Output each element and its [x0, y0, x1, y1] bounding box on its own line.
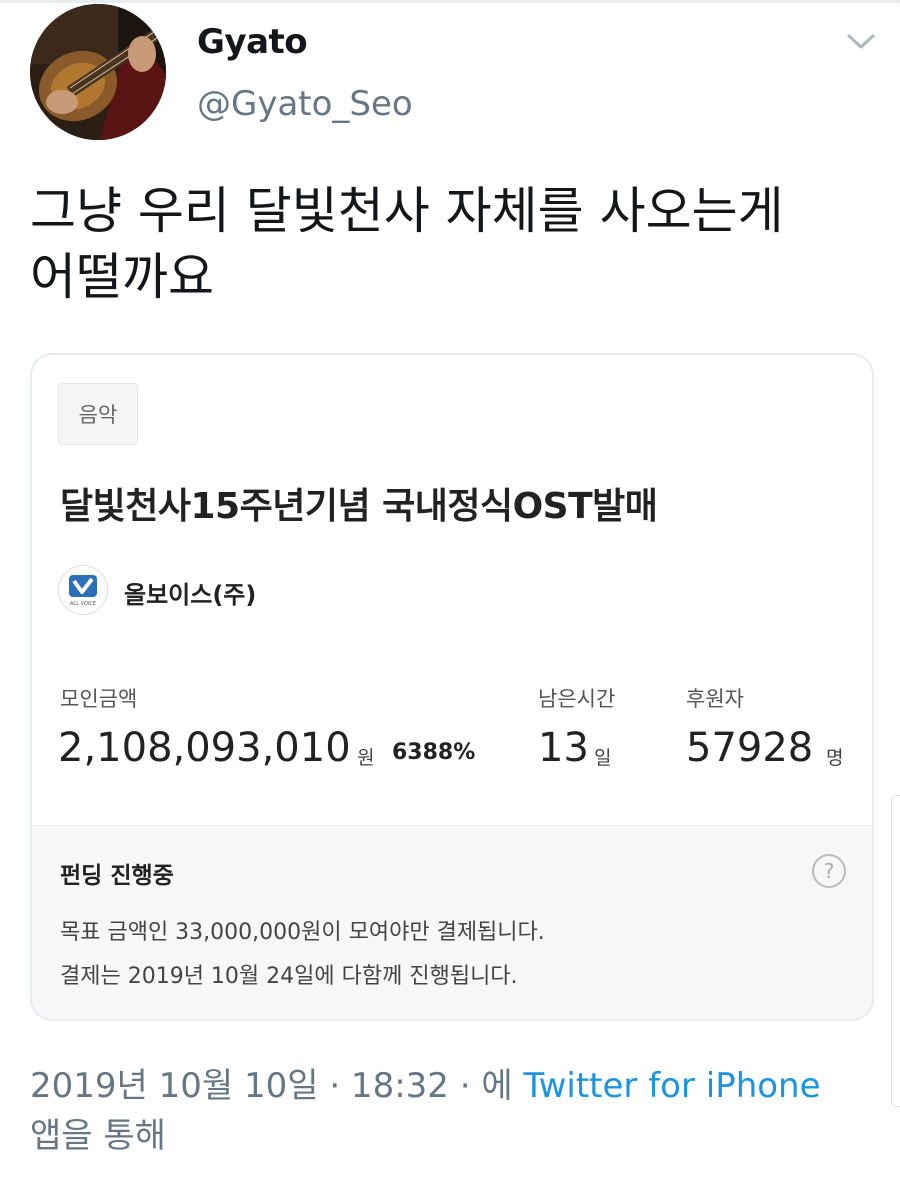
project-title: 달빛천사15주년기념 국내정식OST발매: [60, 486, 658, 527]
guitar-player-photo: [30, 4, 166, 140]
author-display-name[interactable]: Gyato: [197, 22, 308, 62]
amount-unit: 원: [357, 747, 375, 769]
amount-label: 모인금액: [60, 687, 138, 711]
tweet-meta-line: 2019년 10월 10일 · 18:32 · 에 Twitter for iP…: [30, 1061, 870, 1111]
link-preview-card[interactable]: 음악 달빛천사15주년기념 국내정식OST발매 ALL VOICE 올보이스(주…: [30, 353, 874, 1021]
amount-percent: 6388%: [392, 740, 476, 765]
tweet-source-suffix: 앱을 통해: [30, 1116, 166, 1156]
category-badge: 음악: [58, 383, 138, 445]
all-voice-logo-icon: ALL VOICE: [69, 575, 97, 607]
funding-status: 펀딩 진행중: [60, 863, 174, 889]
time-unit: 일: [594, 747, 612, 769]
tweet-source-link[interactable]: Twitter for iPhone: [523, 1066, 820, 1106]
tweet-metadata: 2019년 10월 10일 · 18:32 · 에 Twitter for iP…: [30, 1061, 870, 1161]
supporters-label: 후원자: [686, 687, 744, 711]
chevron-down-icon[interactable]: [844, 30, 878, 54]
funding-goal-text: 목표 금액인 33,000,000원이 모여야만 결제됩니다.: [60, 920, 545, 945]
time-value: 13: [538, 725, 589, 771]
supporters-value: 57928: [686, 725, 814, 771]
tweet-text: 그냥 우리 달빛천사 자체를 사오는게 어떨까요: [30, 178, 870, 310]
tweet-text-line: 어떨까요: [30, 248, 214, 306]
time-label: 남은시간: [538, 687, 616, 711]
funding-payment-text: 결제는 2019년 10월 24일에 다함께 진행됩니다.: [60, 964, 518, 989]
tweet-text-line: 그냥 우리 달빛천사 자체를 사오는게: [30, 182, 784, 240]
maker-name: 올보이스(주): [124, 581, 257, 609]
amount-value: 2,108,093,010: [58, 725, 351, 771]
tweet-timestamp[interactable]: 2019년 10월 10일 · 18:32 · 에: [30, 1066, 513, 1106]
maker-logo: ALL VOICE: [58, 565, 108, 615]
help-icon[interactable]: ?: [812, 854, 846, 888]
svg-text:ALL VOICE: ALL VOICE: [70, 601, 96, 607]
author-avatar[interactable]: [30, 4, 166, 140]
top-divider: [0, 0, 900, 3]
scrollbar[interactable]: [891, 795, 900, 1107]
author-handle[interactable]: @Gyato_Seo: [197, 84, 413, 124]
funding-info-box: 펀딩 진행중 ? 목표 금액인 33,000,000원이 모여야만 결제됩니다.…: [32, 825, 872, 1019]
supporters-unit: 명: [826, 747, 844, 769]
